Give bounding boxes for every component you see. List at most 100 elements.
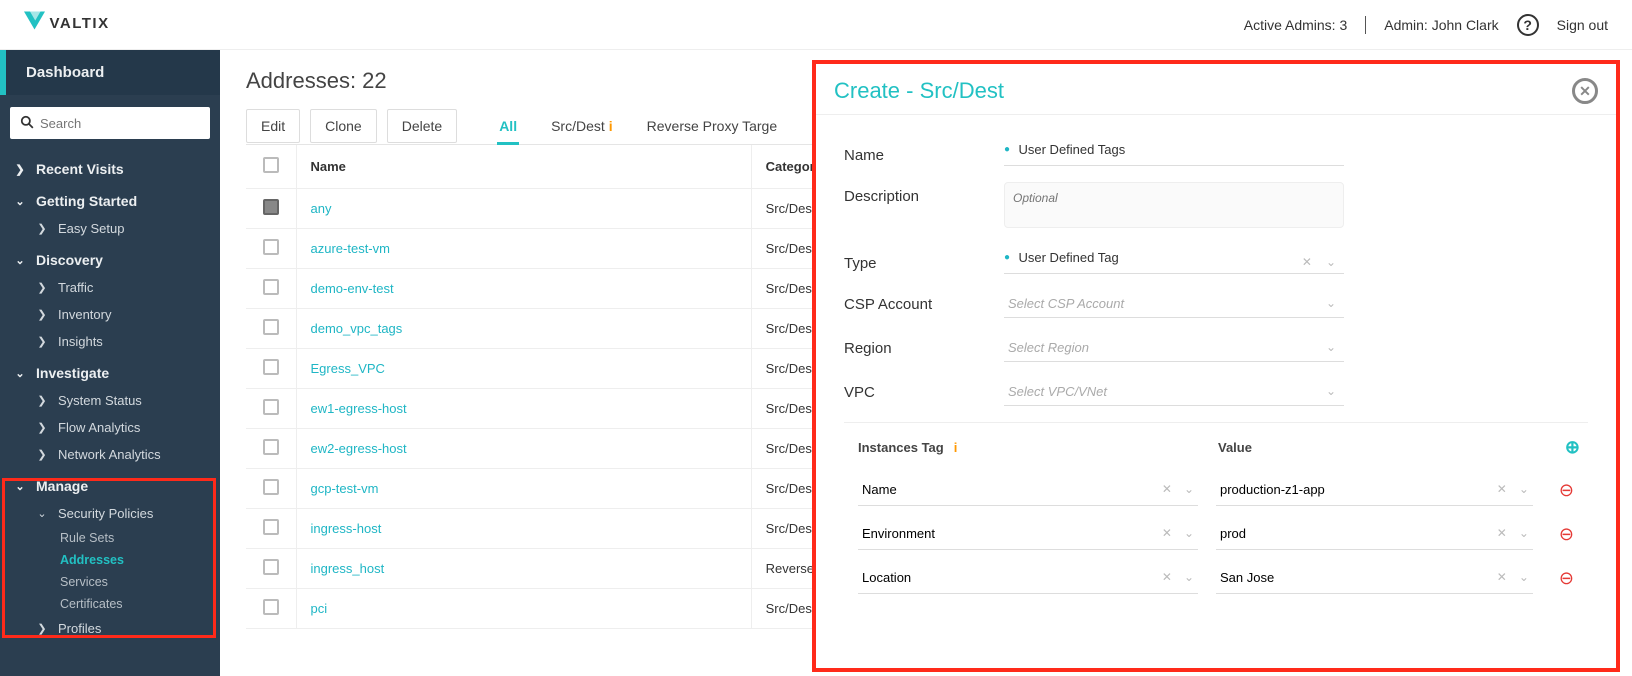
row-checkbox[interactable]	[263, 319, 279, 335]
remove-tag-icon[interactable]: ⊖	[1559, 480, 1574, 501]
name-field[interactable]: User Defined Tags	[1019, 142, 1126, 157]
tab-reverse-proxy[interactable]: Reverse Proxy Targe	[645, 108, 779, 144]
tag-value-input[interactable]	[1216, 562, 1533, 594]
sidebar-insights[interactable]: ❯Insights	[0, 328, 220, 355]
region-field[interactable]	[1004, 334, 1344, 362]
csp-account-field[interactable]	[1004, 290, 1344, 318]
create-panel: Create - Src/Dest ✕ Name ● User Defined …	[812, 60, 1620, 672]
vpc-field[interactable]	[1004, 378, 1344, 406]
signout-link[interactable]: Sign out	[1557, 17, 1608, 33]
tab-srcdest[interactable]: Src/Desti	[549, 108, 615, 144]
clear-icon[interactable]: ✕	[1497, 570, 1507, 584]
sidebar-security-policies[interactable]: ⌄Security Policies	[0, 500, 220, 527]
sidebar-rule-sets[interactable]: Rule Sets	[0, 527, 220, 549]
sidebar-services[interactable]: Services	[0, 571, 220, 593]
row-name-link[interactable]: demo_vpc_tags	[311, 321, 403, 336]
row-checkbox[interactable]	[263, 239, 279, 255]
remove-tag-icon[interactable]: ⊖	[1559, 524, 1574, 545]
row-name-link[interactable]: Egress_VPC	[311, 361, 385, 376]
add-tag-icon[interactable]: ⊕	[1565, 437, 1580, 458]
tag-value-input[interactable]	[1216, 474, 1533, 506]
chevron-down-icon[interactable]: ⌄	[1326, 255, 1336, 269]
sidebar-flow-analytics[interactable]: ❯Flow Analytics	[0, 414, 220, 441]
label-region: Region	[844, 334, 1004, 357]
help-icon[interactable]: ?	[1517, 14, 1539, 36]
chevron-down-icon[interactable]: ⌄	[1184, 526, 1194, 540]
active-admins: Active Admins: 3	[1244, 17, 1348, 33]
row-checkbox[interactable]	[263, 599, 279, 615]
sidebar-profiles[interactable]: ❯Profiles	[0, 615, 220, 642]
row-checkbox[interactable]	[263, 199, 279, 215]
row-checkbox[interactable]	[263, 519, 279, 535]
sidebar-inventory[interactable]: ❯Inventory	[0, 301, 220, 328]
row-checkbox[interactable]	[263, 359, 279, 375]
chevron-down-icon[interactable]: ⌄	[1326, 296, 1336, 310]
row-name-link[interactable]: pci	[311, 601, 328, 616]
row-checkbox[interactable]	[263, 479, 279, 495]
search-input-wrap[interactable]	[10, 107, 210, 139]
clear-icon[interactable]: ✕	[1497, 482, 1507, 496]
row-name-link[interactable]: demo-env-test	[311, 281, 394, 296]
row-name-link[interactable]: any	[311, 201, 332, 216]
chevron-down-icon[interactable]: ⌄	[1184, 482, 1194, 496]
tag-key-input[interactable]	[858, 474, 1198, 506]
tag-row: ✕ ⌄ ✕ ⌄ ⊖	[844, 512, 1588, 556]
tag-row: ✕ ⌄ ✕ ⌄ ⊖	[844, 468, 1588, 512]
sidebar-investigate[interactable]: ⌄Investigate	[0, 355, 220, 387]
clear-icon[interactable]: ✕	[1162, 482, 1172, 496]
close-icon[interactable]: ✕	[1572, 78, 1598, 104]
label-csp: CSP Account	[844, 290, 1004, 313]
sidebar-item-dashboard[interactable]: Dashboard	[0, 50, 220, 95]
description-field[interactable]	[1004, 182, 1344, 228]
row-name-link[interactable]: ew1-egress-host	[311, 401, 407, 416]
remove-tag-icon[interactable]: ⊖	[1559, 568, 1574, 589]
sidebar-addresses[interactable]: Addresses	[0, 549, 220, 571]
sidebar-system-status[interactable]: ❯System Status	[0, 387, 220, 414]
clear-icon[interactable]: ✕	[1302, 255, 1312, 269]
clear-icon[interactable]: ✕	[1162, 526, 1172, 540]
row-checkbox[interactable]	[263, 439, 279, 455]
chevron-down-icon[interactable]: ⌄	[1519, 482, 1529, 496]
row-checkbox[interactable]	[263, 279, 279, 295]
sidebar-easy-setup[interactable]: ❯Easy Setup	[0, 215, 220, 242]
delete-button[interactable]: Delete	[387, 109, 457, 143]
clear-icon[interactable]: ✕	[1497, 526, 1507, 540]
sidebar-discovery[interactable]: ⌄Discovery	[0, 242, 220, 274]
label-value: Value	[1218, 440, 1565, 455]
chevron-down-icon[interactable]: ⌄	[1519, 526, 1529, 540]
select-all-checkbox[interactable]	[263, 157, 279, 173]
bullet-icon: ●	[1004, 252, 1010, 263]
label-type: Type	[844, 249, 1004, 272]
tag-value-input[interactable]	[1216, 518, 1533, 550]
app-header: VALTIX Active Admins: 3 Admin: John Clar…	[0, 0, 1632, 50]
search-input[interactable]	[40, 116, 200, 131]
sidebar-traffic[interactable]: ❯Traffic	[0, 274, 220, 301]
chevron-down-icon[interactable]: ⌄	[1519, 570, 1529, 584]
sidebar-certificates[interactable]: Certificates	[0, 593, 220, 615]
tab-all[interactable]: All	[497, 108, 519, 144]
row-name-link[interactable]: azure-test-vm	[311, 241, 390, 256]
tag-key-input[interactable]	[858, 562, 1198, 594]
row-checkbox[interactable]	[263, 399, 279, 415]
panel-title: Create - Src/Dest	[834, 78, 1004, 104]
search-icon	[20, 115, 34, 132]
sidebar-network-analytics[interactable]: ❯Network Analytics	[0, 441, 220, 468]
row-name-link[interactable]: ew2-egress-host	[311, 441, 407, 456]
chevron-down-icon[interactable]: ⌄	[1326, 384, 1336, 398]
clear-icon[interactable]: ✕	[1162, 570, 1172, 584]
tag-key-input[interactable]	[858, 518, 1198, 550]
sidebar-getting-started[interactable]: ⌄Getting Started	[0, 183, 220, 215]
sidebar-recent-visits[interactable]: ❯Recent Visits	[0, 151, 220, 183]
admin-name: Admin: John Clark	[1384, 17, 1498, 33]
row-name-link[interactable]: gcp-test-vm	[311, 481, 379, 496]
chevron-down-icon[interactable]: ⌄	[1326, 340, 1336, 354]
col-name[interactable]: Name	[296, 145, 751, 189]
sidebar-manage[interactable]: ⌄Manage	[0, 468, 220, 500]
chevron-down-icon[interactable]: ⌄	[1184, 570, 1194, 584]
type-field[interactable]: User Defined Tag	[1019, 250, 1119, 265]
clone-button[interactable]: Clone	[310, 109, 377, 143]
edit-button[interactable]: Edit	[246, 109, 300, 143]
row-name-link[interactable]: ingress_host	[311, 561, 385, 576]
row-name-link[interactable]: ingress-host	[311, 521, 382, 536]
row-checkbox[interactable]	[263, 559, 279, 575]
